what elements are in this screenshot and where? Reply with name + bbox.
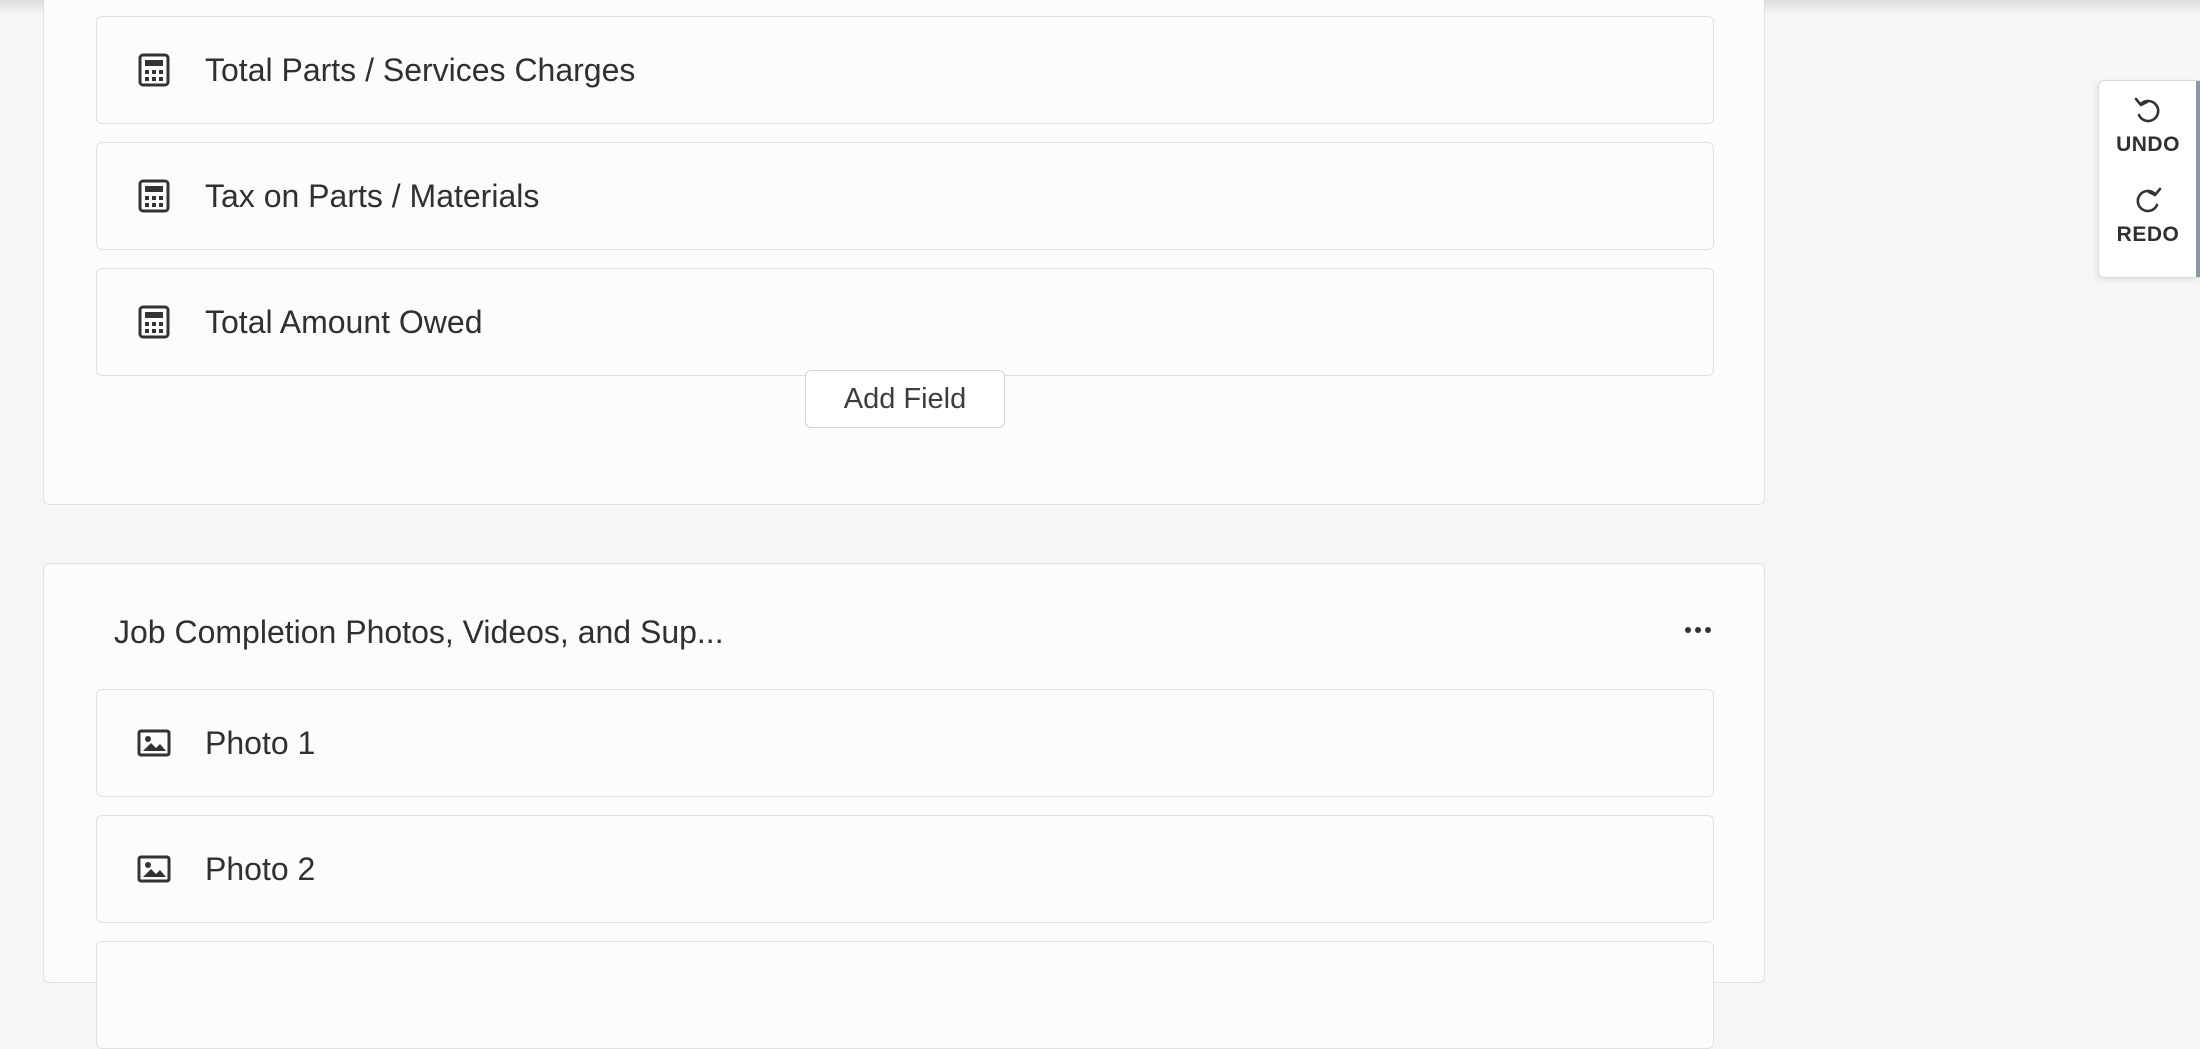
redo-button[interactable]: REDO [2099, 185, 2197, 247]
more-horizontal-icon[interactable] [1678, 618, 1718, 642]
calculator-icon [137, 179, 171, 213]
add-field-button[interactable]: Add Field [805, 370, 1005, 428]
field-photo-2[interactable]: Photo 2 [96, 815, 1714, 923]
form-section-job-completion-photos: Job Completion Photos, Videos, and Sup..… [43, 563, 1765, 1049]
calculator-icon [137, 53, 171, 87]
field-label: Photo 1 [205, 724, 316, 761]
undo-label: UNDO [2116, 133, 2180, 156]
image-icon [137, 852, 171, 886]
history-panel: UNDO REDO [2098, 80, 2200, 278]
field-total-parts-services[interactable]: Total Parts / Services Charges [96, 16, 1714, 124]
field-label: Total Amount Owed [205, 303, 483, 340]
field-tax-parts-materials[interactable]: Tax on Parts / Materials [96, 142, 1714, 250]
field-photo-1[interactable]: Photo 1 [96, 689, 1714, 797]
image-icon [137, 726, 171, 760]
section-title: Job Completion Photos, Videos, and Sup..… [114, 614, 724, 650]
redo-icon [2136, 187, 2162, 213]
field-partial[interactable] [96, 941, 1714, 1049]
undo-icon [2134, 97, 2160, 123]
calculator-icon [137, 305, 171, 339]
field-total-amount-owed[interactable]: Total Amount Owed [96, 268, 1714, 376]
field-label: Tax on Parts / Materials [205, 177, 540, 214]
undo-button[interactable]: UNDO [2099, 95, 2197, 157]
field-label: Total Parts / Services Charges [205, 51, 636, 88]
form-section-totals: Total Parts / Services Charges Tax on Pa… [43, 0, 1765, 505]
redo-label: REDO [2116, 223, 2180, 246]
field-label: Photo 2 [205, 850, 316, 887]
